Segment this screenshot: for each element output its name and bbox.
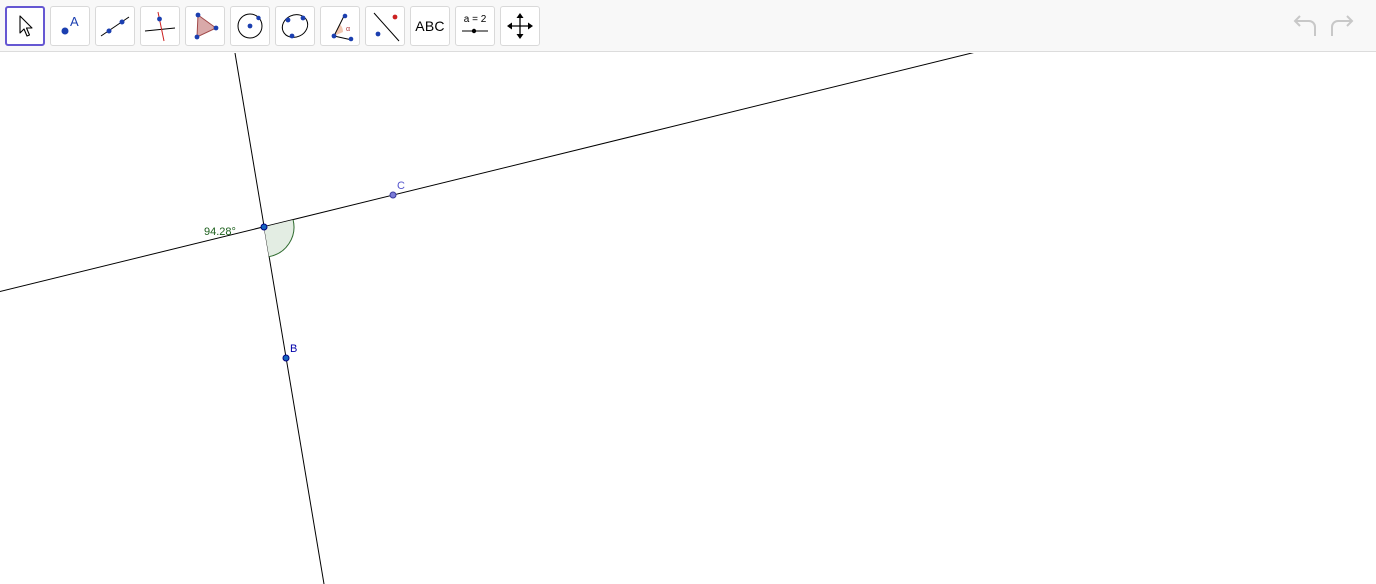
- line-through-points-icon: [100, 16, 130, 37]
- toolbar: A α ABC a = 2: [0, 0, 1376, 52]
- circle-center-point-icon: [237, 13, 263, 39]
- arrow-pointer-icon: [19, 15, 33, 37]
- undo-button[interactable]: [1289, 12, 1321, 40]
- move-tool-button[interactable]: [5, 6, 45, 46]
- angle-value-label: 94.28°: [204, 226, 236, 238]
- point-b[interactable]: [282, 354, 290, 362]
- line-tool-button[interactable]: [95, 6, 135, 46]
- move-graphics-view-tool-button[interactable]: [500, 6, 540, 46]
- point-icon: A: [61, 14, 79, 35]
- slider-tool-label: a = 2: [463, 14, 487, 25]
- reflect-tool-button[interactable]: [365, 6, 405, 46]
- move-arrows-icon: [507, 13, 533, 39]
- polygon-icon: [194, 12, 219, 40]
- polygon-tool-button[interactable]: [185, 6, 225, 46]
- point-tool-button[interactable]: A: [50, 6, 90, 46]
- line-ac[interactable]: [0, 53, 980, 294]
- line-ab[interactable]: [234, 53, 325, 584]
- text-tool-button[interactable]: ABC: [410, 6, 450, 46]
- svg-text:α: α: [346, 26, 350, 33]
- angle-tool-button[interactable]: α: [320, 6, 360, 46]
- angle-icon: α: [331, 13, 354, 42]
- perpendicular-line-tool-button[interactable]: [140, 6, 180, 46]
- slider-tool-button[interactable]: a = 2: [455, 6, 495, 46]
- circle-tool-button[interactable]: [230, 6, 270, 46]
- redo-icon: [1331, 15, 1354, 36]
- reflect-about-line-icon: [373, 12, 400, 42]
- point-b-label: B: [290, 343, 297, 355]
- text-tool-label: ABC: [415, 18, 445, 34]
- undo-icon: [1293, 15, 1316, 36]
- redo-button[interactable]: [1326, 12, 1358, 40]
- geogebra-app: A α ABC a = 2 94.28° C B: [0, 0, 1376, 584]
- graphics-view[interactable]: 94.28° C B: [0, 53, 1376, 584]
- point-tool-letter: A: [70, 14, 79, 29]
- point-c[interactable]: [389, 191, 397, 199]
- circle-three-points-icon: [281, 14, 309, 39]
- slider-icon: a = 2: [461, 12, 489, 40]
- perpendicular-line-icon: [144, 11, 176, 42]
- point-c-label: C: [397, 180, 405, 192]
- circle-three-points-tool-button[interactable]: [275, 6, 315, 46]
- point-a[interactable]: [260, 223, 268, 231]
